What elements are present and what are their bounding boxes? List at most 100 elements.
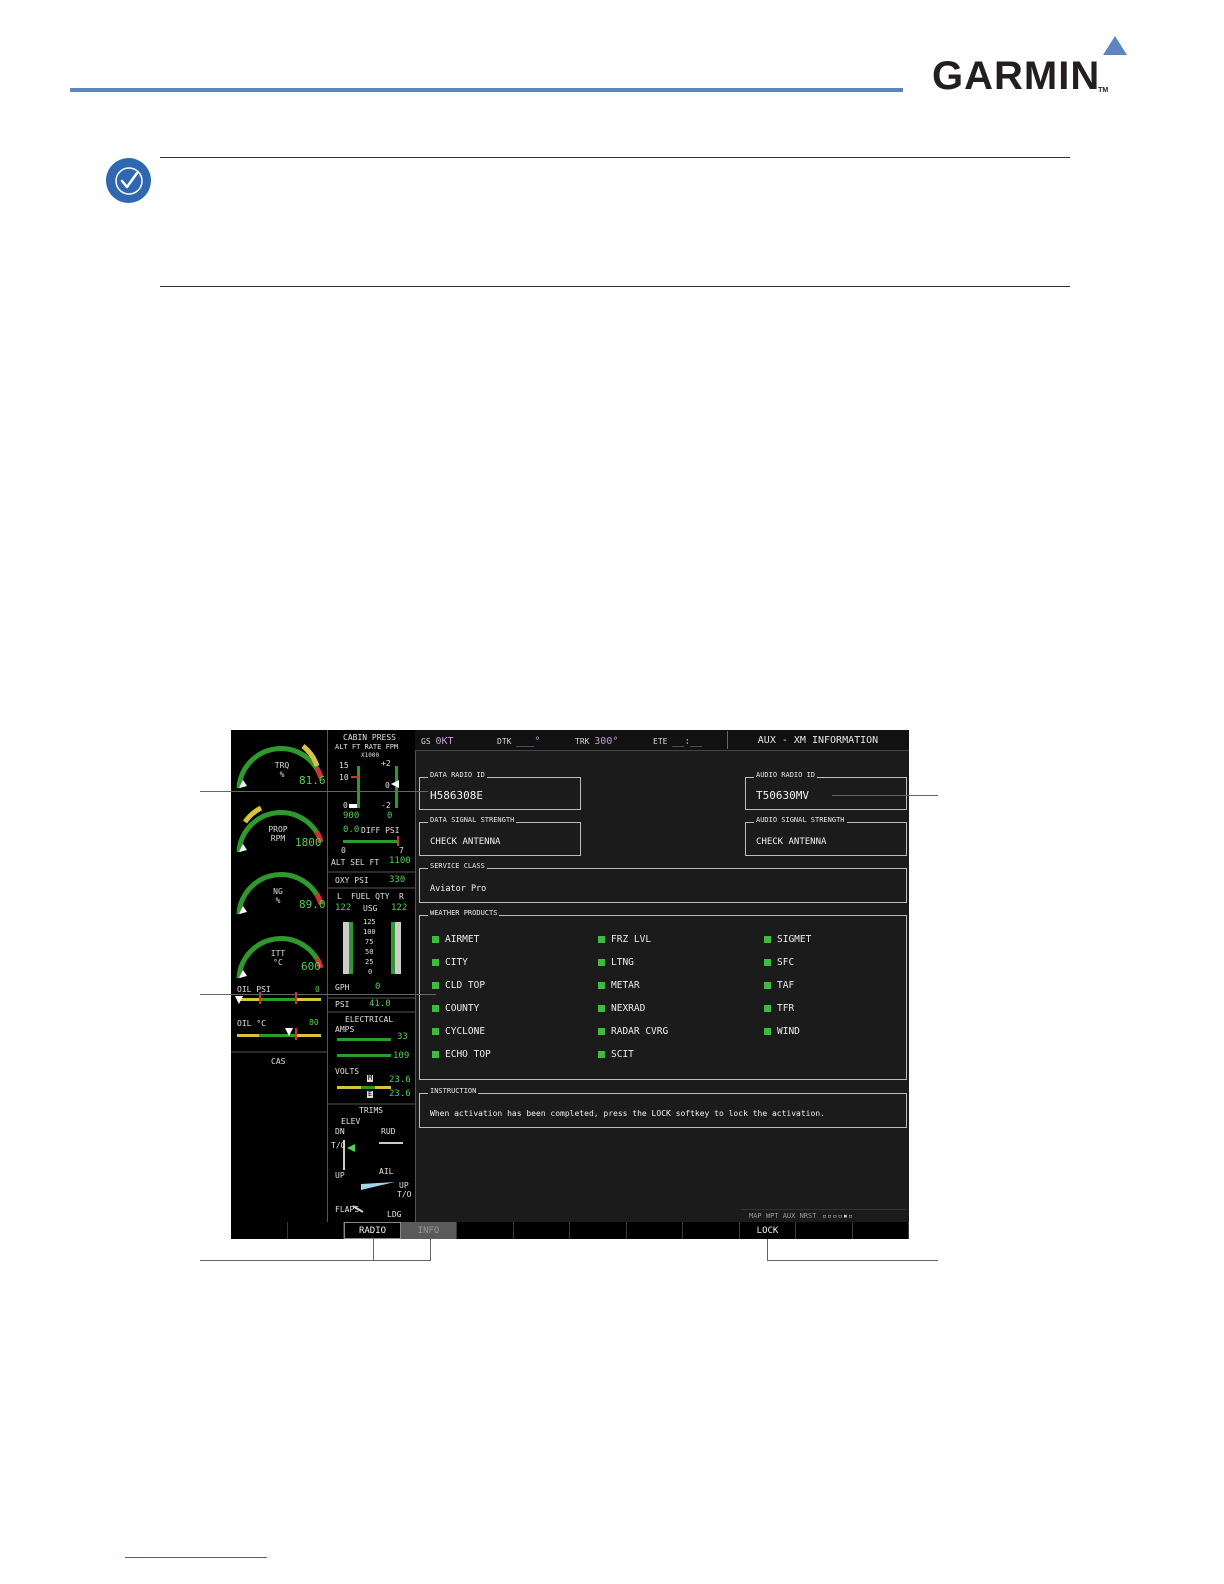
- flaps-ldg-label: LDG: [387, 1210, 402, 1219]
- weather-product-label: CLD TOP: [445, 980, 486, 991]
- page-group-label: MAP WPT AUX NRST: [749, 1212, 817, 1220]
- product-status-icon: [432, 936, 439, 943]
- note-top-rule: [160, 157, 1070, 158]
- weather-product-item: ECHO TOP: [432, 1049, 491, 1060]
- callout-tick-radio: [373, 1239, 374, 1260]
- alt-sel-label: ALT SEL FT: [331, 858, 380, 867]
- oxy-psi-label: OXY PSI: [335, 876, 369, 885]
- cabin-alt-15: 15: [339, 761, 349, 770]
- weather-product-label: TFR: [777, 1003, 795, 1014]
- audio-signal-strength-box: AUDIO SIGNAL STRENGTH CHECK ANTENNA: [745, 817, 907, 856]
- trim-ail-to-label: T/O: [397, 1190, 412, 1199]
- weather-product-label: AIRMET: [445, 934, 480, 945]
- weather-product-item: TAF: [764, 980, 794, 991]
- weather-products-label: WEATHER PRODUCTS: [428, 909, 500, 917]
- softkey-7[interactable]: [570, 1222, 627, 1239]
- product-status-icon: [764, 1028, 771, 1035]
- softkey-11[interactable]: [796, 1222, 853, 1239]
- eis-divider-2: [415, 730, 416, 1222]
- eis-divider: [327, 730, 328, 1222]
- fuel-psi-label: PSI: [335, 1000, 350, 1009]
- fuel-psi-value: 41.0: [369, 999, 391, 1009]
- fuel-scale-75: 75: [365, 938, 374, 946]
- service-class-value: Aviator Pro: [430, 884, 487, 894]
- data-radio-id-value: H586308E: [430, 789, 483, 802]
- weather-product-label: WIND: [777, 1026, 800, 1037]
- data-signal-strength-box: DATA SIGNAL STRENGTH CHECK ANTENNA: [419, 817, 581, 856]
- note-bottom-rule: [160, 286, 1070, 287]
- trim-ail-label: AIL: [379, 1167, 394, 1176]
- weather-product-item: AIRMET: [432, 934, 479, 945]
- product-status-icon: [598, 1051, 605, 1058]
- weather-product-label: LTNG: [611, 957, 634, 968]
- trk-field: TRK 300°: [575, 736, 619, 747]
- gph-value: 0: [375, 982, 381, 992]
- data-signal-strength-label: DATA SIGNAL STRENGTH: [428, 816, 517, 824]
- product-status-icon: [598, 982, 605, 989]
- weather-product-item: CLD TOP: [432, 980, 485, 991]
- product-status-icon: [598, 1028, 605, 1035]
- weather-product-label: SCIT: [611, 1049, 634, 1060]
- softkey-9[interactable]: [683, 1222, 740, 1239]
- weather-product-label: COUNTY: [445, 1003, 480, 1014]
- diff-psi-label: DIFF PSI: [361, 826, 400, 835]
- diff-psi-max: 7: [399, 846, 404, 855]
- fuel-scale-50: 50: [365, 948, 374, 956]
- diff-psi-value: 0.0: [343, 825, 360, 835]
- weather-product-item: LTNG: [598, 957, 634, 968]
- cabin-x1000: X1000: [361, 752, 380, 759]
- cabin-press-subtitle: ALT FT RATE FPM: [335, 743, 399, 751]
- cabin-rate-0: 0: [385, 781, 390, 790]
- footer-link-rule: [125, 1557, 267, 1558]
- fuel-left-value: 122: [335, 903, 352, 913]
- weather-product-label: CITY: [445, 957, 468, 968]
- fuel-scale-25: 25: [365, 958, 374, 966]
- alt-sel-value: 1100: [389, 856, 411, 866]
- amps-value-1: 33: [397, 1032, 408, 1042]
- cabin-rate-minus2: -2: [381, 801, 391, 810]
- gph-label: GPH: [335, 983, 350, 992]
- amps-label: AMPS: [335, 1025, 355, 1034]
- softkey-lock[interactable]: LOCK: [740, 1222, 796, 1239]
- itt-value: 600: [301, 960, 321, 973]
- softkey-8[interactable]: [627, 1222, 683, 1239]
- note-check-icon: [106, 158, 151, 203]
- weather-product-label: ECHO TOP: [445, 1049, 491, 1060]
- softkey-12[interactable]: [853, 1222, 909, 1239]
- garmin-logo-triangle-icon: [1103, 36, 1127, 55]
- oil-psi-value: 0: [315, 985, 320, 994]
- product-status-icon: [432, 959, 439, 966]
- cabin-alt-value: 900: [343, 811, 360, 821]
- fuel-scale-100: 100: [363, 928, 376, 936]
- weather-product-label: SIGMET: [777, 934, 812, 945]
- softkey-1[interactable]: [231, 1222, 288, 1239]
- fuel-scale-125: 125: [363, 918, 376, 926]
- ng-value: 89.0: [299, 898, 326, 911]
- softkey-6[interactable]: [514, 1222, 570, 1239]
- cabin-rate-value: 0: [387, 811, 393, 821]
- prop-value: 1800: [295, 836, 322, 849]
- electrical-title: ELECTRICAL: [345, 1015, 394, 1024]
- product-status-icon: [764, 1005, 771, 1012]
- page-group-indicator: MAP WPT AUX NRST ▫▫▫▫▪▫: [741, 1209, 907, 1222]
- product-status-icon: [598, 959, 605, 966]
- audio-radio-id-value: T50630MV: [756, 789, 809, 802]
- callout-line-weather-products: [200, 994, 436, 995]
- instruction-text: When activation has been completed, pres…: [430, 1109, 825, 1118]
- callout-tick-info: [430, 1239, 431, 1260]
- fuel-scale-0: 0: [368, 968, 373, 976]
- trq-label: TRQ%: [274, 761, 290, 779]
- instruction-label: INSTRUCTION: [428, 1087, 479, 1095]
- flaps-label: FLAPS: [335, 1205, 360, 1214]
- garmin-logo: GARMIN TM: [932, 54, 1109, 98]
- itt-label: ITT °C: [270, 949, 286, 967]
- softkey-5[interactable]: [457, 1222, 514, 1239]
- softkey-2[interactable]: [288, 1222, 344, 1239]
- product-status-icon: [432, 1028, 439, 1035]
- trim-up-label: UP: [335, 1171, 345, 1180]
- product-status-icon: [764, 982, 771, 989]
- softkey-radio[interactable]: RADIO: [344, 1222, 401, 1239]
- engine-indication-system: TRQ% 81.6 PROP RPM 1800 NG% 89.0 ITT °C 60…: [231, 730, 415, 1222]
- volts-ess-marker: E: [367, 1090, 374, 1098]
- softkey-info[interactable]: INFO: [401, 1222, 457, 1239]
